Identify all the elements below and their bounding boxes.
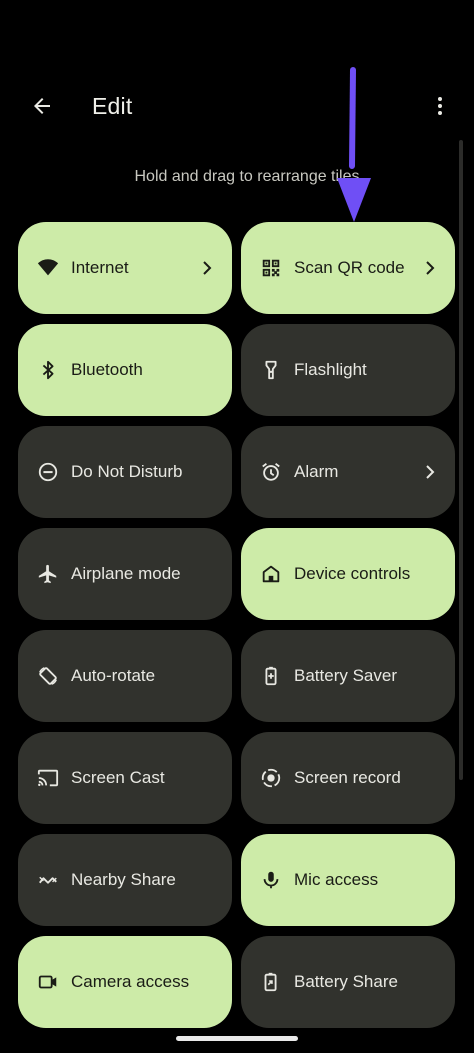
alarm-icon [259, 460, 283, 484]
tile-label: Mic access [294, 870, 379, 889]
tile-flashlight[interactable]: Flashlight [241, 324, 455, 416]
tile-label: Scan QR code [294, 258, 405, 277]
battery-share-icon [259, 970, 283, 994]
chevron-right-icon [200, 258, 214, 278]
tile-scan-qr-code[interactable]: Scan QR code [241, 222, 455, 314]
tile-label: Airplane mode [71, 564, 181, 583]
tile-device-controls[interactable]: Device controls [241, 528, 455, 620]
chevron-right-icon [423, 462, 437, 482]
annotation-arrow-icon [337, 67, 371, 222]
back-button[interactable] [26, 92, 58, 124]
tile-label: Nearby Share [71, 870, 176, 889]
tile-screen-record[interactable]: Screen record [241, 732, 455, 824]
flashlight-icon [259, 358, 283, 382]
tile-label: Screen Cast [71, 768, 165, 787]
airplane-icon [36, 562, 60, 586]
tile-label: Alarm [294, 462, 339, 481]
more-vert-icon [428, 94, 452, 123]
tile-screen-cast[interactable]: Screen Cast [18, 732, 232, 824]
tile-internet[interactable]: Internet [18, 222, 232, 314]
chevron-right-icon [423, 258, 437, 278]
tile-battery-share[interactable]: Battery Share [241, 936, 455, 1028]
bluetooth-icon [36, 358, 60, 382]
tile-airplane-mode[interactable]: Airplane mode [18, 528, 232, 620]
tile-label: Screen record [294, 768, 401, 787]
wifi-icon [36, 256, 60, 280]
tile-mic-access[interactable]: Mic access [241, 834, 455, 926]
camera-icon [36, 970, 60, 994]
more-options-button[interactable] [424, 92, 456, 124]
scrollbar[interactable] [459, 140, 463, 780]
cast-icon [36, 766, 60, 790]
tile-battery-saver[interactable]: Battery Saver [241, 630, 455, 722]
battery-saver-icon [259, 664, 283, 688]
tile-label: Internet [71, 258, 129, 277]
tile-label: Bluetooth [71, 360, 143, 379]
qr-code-icon [259, 256, 283, 280]
gesture-nav-handle[interactable] [176, 1036, 298, 1041]
tile-label: Battery Share [294, 972, 398, 991]
quick-settings-edit-screen: Edit Hold and drag to rearrange tiles In… [0, 0, 474, 1053]
auto-rotate-icon [36, 664, 60, 688]
tiles-grid: Internet Scan QR code Bluetooth Flashlight D… [18, 222, 456, 1028]
tile-label: Auto-rotate [71, 666, 156, 685]
do-not-disturb-icon [36, 460, 60, 484]
arrow-back-icon [30, 94, 54, 123]
top-app-bar: Edit [0, 80, 474, 136]
tile-label: Battery Saver [294, 666, 397, 685]
page-title: Edit [92, 93, 133, 119]
mic-icon [259, 868, 283, 892]
tile-label: Device controls [294, 564, 411, 583]
tile-camera-access[interactable]: Camera access [18, 936, 232, 1028]
home-icon [259, 562, 283, 586]
tile-auto-rotate[interactable]: Auto-rotate [18, 630, 232, 722]
tile-label: Do Not Disturb [71, 462, 183, 481]
tile-do-not-disturb[interactable]: Do Not Disturb [18, 426, 232, 518]
nearby-share-icon [36, 868, 60, 892]
rearrange-hint: Hold and drag to rearrange tiles [134, 168, 360, 185]
tile-alarm[interactable]: Alarm [241, 426, 455, 518]
tile-nearby-share[interactable]: Nearby Share [18, 834, 232, 926]
tile-bluetooth[interactable]: Bluetooth [18, 324, 232, 416]
tile-label: Flashlight [294, 360, 367, 379]
tile-label: Camera access [71, 972, 190, 991]
screen-record-icon [259, 766, 283, 790]
